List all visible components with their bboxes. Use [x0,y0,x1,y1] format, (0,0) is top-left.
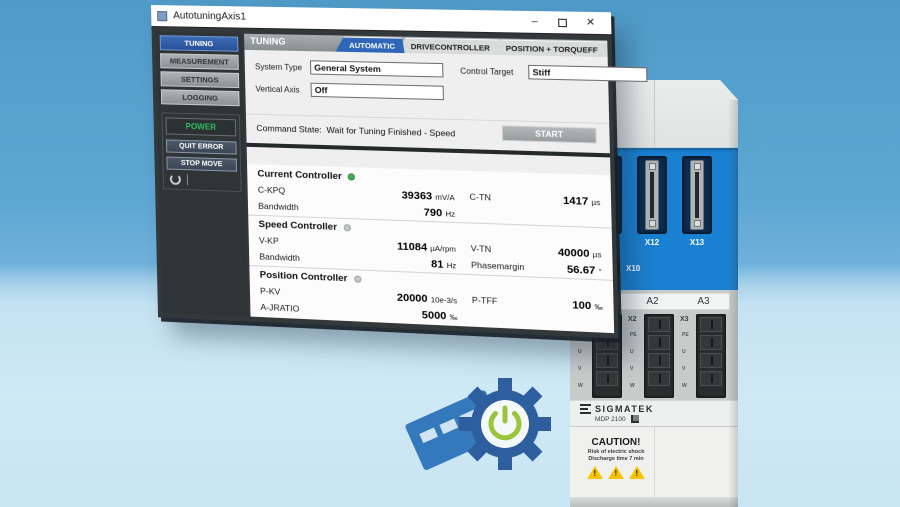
warning-triangle-icon [587,466,603,479]
autotuning-window: AutotuningAxis1 – ✕ TUNING MEASUREMENT S… [151,5,619,339]
encoder-port-x13 [682,156,712,234]
controller-values-panel: Current Controller C-KPQ 39363mV/A C-TN … [247,164,614,333]
sidebar: TUNING MEASUREMENT SETTINGS LOGGING POWE… [156,32,249,316]
status-dot [354,275,361,282]
start-button[interactable]: START [502,125,597,143]
qr-code-icon [631,415,639,423]
sidebar-item-logging[interactable]: LOGGING [161,89,240,106]
sigmatek-logo-icon [580,404,591,414]
caution-label: CAUTION! Risk of electric shock Discharg… [582,437,650,479]
axis-label-a3: A3 [678,294,729,309]
device-side-face [729,100,738,507]
brand-name: SIGMATEK [595,404,654,414]
device-model: MDP 2100 [595,416,626,423]
warning-triangle-icon [629,466,645,479]
caution-line-1: Risk of electric shock [582,449,650,455]
section-title: TUNING [250,36,285,47]
caution-line-2: Discharge time 7 min [582,456,650,462]
control-target-label: Control Target [460,67,513,77]
command-state: Command State: Wait for Tuning Finished … [256,123,455,139]
terminal-column-x2: X2 PEU VW [628,314,678,398]
device-foot [570,497,738,507]
axis-label-a2: A2 [627,294,678,309]
sidebar-item-settings[interactable]: SETTINGS [160,71,239,88]
device-caution-section: CAUTION! Risk of electric shock Discharg… [570,427,738,507]
vertical-axis-label: Vertical Axis [255,84,299,94]
sidebar-item-tuning[interactable]: TUNING [160,35,239,52]
power-button[interactable]: POWER [166,117,237,136]
encoder-port-x12 [637,156,667,234]
close-button[interactable]: ✕ [576,13,605,32]
system-type-label: System Type [255,62,302,72]
caution-title: CAUTION! [582,437,650,448]
port-label-x12: X12 [637,238,667,247]
stop-move-button[interactable]: STOP MOVE [166,156,237,171]
status-dot [348,173,355,180]
drive-control-panel: POWER QUIT ERROR STOP MOVE [161,112,241,192]
system-type-input[interactable] [310,60,443,77]
port-label-x13: X13 [682,238,712,247]
window-title: AutotuningAxis1 [173,10,521,27]
stage: X11 X12 X13 X10 A1 A2 A3 X1 PEU VW X2 [0,0,900,507]
autotuning-gear-logo [393,376,565,472]
spinner-icon [170,174,181,185]
speed-controller-title: Speed Controller [258,218,337,232]
tab-automatic[interactable]: AUTOMATIC [335,36,404,53]
control-target-input[interactable] [528,65,647,82]
vertical-axis-input[interactable] [310,83,443,100]
quit-error-button[interactable]: QUIT ERROR [166,139,237,154]
terminal-column-x3: X3 PEU VW [680,314,730,398]
warning-triangle-icon [608,466,624,479]
tuning-form: System Type Control Target Vertical Axis [244,50,609,124]
gear-icon [459,378,551,470]
current-controller-title: Current Controller [257,168,342,182]
status-dot [343,224,350,231]
sidebar-item-measurement[interactable]: MEASUREMENT [160,53,239,70]
device-brand-strip: SIGMATEK MDP 2100 [570,400,738,427]
main-content: TUNING AUTOMATIC DRIVECONTROLLER POSITIO… [244,34,614,333]
maximize-button[interactable] [548,13,576,32]
window-frame: TUNING MEASUREMENT SETTINGS LOGGING POWE… [151,27,618,339]
minimize-button[interactable]: – [520,12,548,31]
app-icon [157,11,167,21]
port-label-x10: X10 [626,264,640,273]
divider [187,174,188,185]
